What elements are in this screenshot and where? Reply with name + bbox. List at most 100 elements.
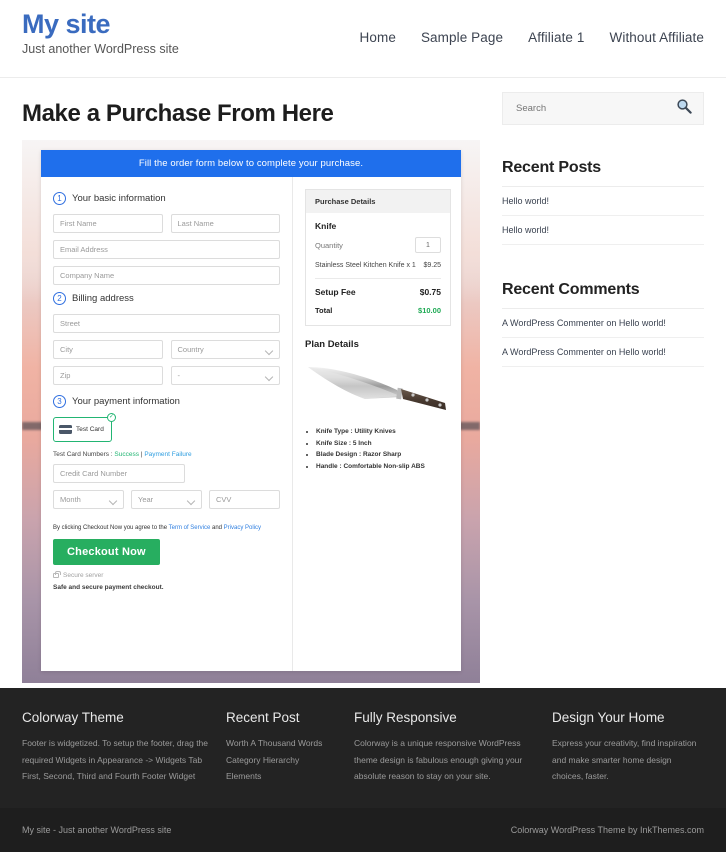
order-form-card: Fill the order form below to complete yo… xyxy=(41,150,461,671)
nav-item-sample-page[interactable]: Sample Page xyxy=(421,30,503,45)
list-item[interactable]: A WordPress Commenter on Hello world! xyxy=(502,338,704,367)
footer-site-credit: My site - Just another WordPress site xyxy=(22,825,172,835)
payment-failure-link[interactable]: Payment Failure xyxy=(144,451,191,458)
line-item-label: Stainless Steel Kitchen Knife x 1 xyxy=(315,262,416,269)
step-3-number: 3 xyxy=(53,395,66,408)
expiry-year-select[interactable]: Year xyxy=(131,490,202,509)
plan-bullet-knife-type: Knife Type : Utility Knives xyxy=(316,426,451,437)
checkout-now-button[interactable]: Checkout Now xyxy=(53,539,160,565)
plan-details-heading: Plan Details xyxy=(305,339,359,351)
order-form-screenshot: Fill the order form below to complete yo… xyxy=(22,140,480,683)
quantity-row: Quantity xyxy=(315,237,441,253)
total-amount: $10.00 xyxy=(418,306,441,316)
list-item[interactable]: Worth A Thousand Words xyxy=(226,735,336,752)
list-item[interactable]: Elements xyxy=(226,768,336,785)
terms-mid: and xyxy=(210,525,224,531)
expiry-cvv-row: Month Year CVV xyxy=(53,490,280,516)
zip-input[interactable]: Zip xyxy=(53,366,163,385)
success-link[interactable]: Success xyxy=(114,451,139,458)
knife-product-image xyxy=(305,358,451,420)
search-form xyxy=(502,92,704,125)
purchase-item-name: Knife xyxy=(315,221,337,231)
footer-column-text: Footer is widgetized. To setup the foote… xyxy=(22,738,209,782)
footer-column-colorway-theme: Colorway Theme Footer is widgetized. To … xyxy=(22,710,208,785)
footer-column-recent-post: Recent Post Worth A Thousand Words Categ… xyxy=(226,710,336,785)
recent-post-link[interactable]: Hello world! xyxy=(502,225,549,235)
step-1-number: 1 xyxy=(53,192,66,205)
setup-fee-row: Setup Fee $0.75 xyxy=(315,287,441,297)
test-card-label: Test Card xyxy=(76,426,104,433)
credit-card-number-input[interactable]: Credit Card Number xyxy=(53,464,185,483)
name-row: First Name Last Name xyxy=(53,214,280,240)
cvv-input[interactable]: CVV xyxy=(209,490,280,509)
street-input[interactable]: Street xyxy=(53,314,280,333)
plan-details-list: Knife Type : Utility Knives Knife Size :… xyxy=(305,426,451,472)
purchase-details-box: Purchase Details Knife Quantity Stainles… xyxy=(305,189,451,327)
list-item[interactable]: A WordPress Commenter on Hello world! xyxy=(502,309,704,338)
line-item-amount: $9.25 xyxy=(423,262,441,269)
step-2-header: 2 Billing address xyxy=(53,292,280,305)
recent-comments-title: Recent Comments xyxy=(502,281,704,309)
plan-bullet-handle: Handle : Comfortable Non-slip ABS xyxy=(316,461,451,472)
list-item[interactable]: Category Hierarchy xyxy=(226,752,336,769)
footer-column-title: Fully Responsive xyxy=(354,710,457,725)
step-1-label: Your basic information xyxy=(72,193,166,204)
email-input[interactable]: Email Address xyxy=(53,240,280,259)
step-3-header: 3 Your payment information xyxy=(53,395,280,408)
city-country-row: City Country xyxy=(53,340,280,366)
safe-checkout-note: Safe and secure payment checkout. xyxy=(53,584,164,591)
check-circle-icon: ✓ xyxy=(107,413,116,422)
company-input[interactable]: Company Name xyxy=(53,266,280,285)
setup-fee-amount: $0.75 xyxy=(419,287,441,298)
recent-comment-link[interactable]: A WordPress Commenter on Hello world! xyxy=(502,347,666,357)
footer-widget-columns: Colorway Theme Footer is widgetized. To … xyxy=(22,710,704,785)
list-item[interactable]: Hello world! xyxy=(502,187,704,216)
primary-navigation: Home Sample Page Affiliate 1 Without Aff… xyxy=(360,30,704,45)
recent-post-link[interactable]: Hello world! xyxy=(502,196,549,206)
order-form-body: 1 Your basic information First Name Last… xyxy=(41,177,461,671)
zip-state-row: Zip - xyxy=(53,366,280,392)
setup-fee-label: Setup Fee xyxy=(315,287,356,298)
first-name-input[interactable]: First Name xyxy=(53,214,163,233)
footer-column-design-your-home: Design Your Home Express your creativity… xyxy=(552,710,704,785)
last-name-input[interactable]: Last Name xyxy=(170,214,280,233)
plan-bullet-knife-size: Knife Size : 5 Inch xyxy=(316,438,451,449)
footer-recent-post-list: Worth A Thousand Words Category Hierarch… xyxy=(226,735,336,785)
quantity-input[interactable] xyxy=(415,237,441,253)
terms-prefix: By clicking Checkout Now you agree to th… xyxy=(53,525,169,531)
nav-item-without-affiliate[interactable]: Without Affiliate xyxy=(610,30,705,45)
content-wrapper: Make a Purchase From Here Fill the order… xyxy=(0,78,726,683)
step-2-label: Billing address xyxy=(72,293,134,304)
secure-server-note: Secure server xyxy=(53,571,280,579)
step-2-number: 2 xyxy=(53,292,66,305)
search-icon[interactable] xyxy=(676,98,692,119)
expiry-month-select[interactable]: Month xyxy=(53,490,124,509)
footer-theme-credit: Colorway WordPress Theme by InkThemes.co… xyxy=(510,825,704,835)
state-select[interactable]: - xyxy=(170,366,280,385)
step-1-header: 1 Your basic information xyxy=(53,192,280,205)
lock-icon xyxy=(53,571,61,578)
knife-illustration xyxy=(308,367,446,411)
city-input[interactable]: City xyxy=(53,340,163,359)
site-title[interactable]: My site xyxy=(22,10,179,39)
order-form-right-column: Purchase Details Knife Quantity Stainles… xyxy=(293,177,461,671)
line-item-row: Stainless Steel Kitchen Knife x 1 $9.25 xyxy=(315,261,441,280)
recent-comment-link[interactable]: A WordPress Commenter on Hello world! xyxy=(502,318,666,328)
recent-comments-list: A WordPress Commenter on Hello world! A … xyxy=(502,309,704,367)
test-card-option[interactable]: Test Card ✓ xyxy=(53,413,116,442)
country-select[interactable]: Country xyxy=(170,340,280,359)
site-header: My site Just another WordPress site Home… xyxy=(0,0,726,78)
search-input[interactable] xyxy=(514,102,676,115)
secure-server-label: Secure server xyxy=(63,572,104,579)
footer-column-fully-responsive: Fully Responsive Colorway is a unique re… xyxy=(354,710,534,785)
list-item[interactable]: Hello world! xyxy=(502,216,704,245)
term-of-service-link[interactable]: Term of Service xyxy=(169,525,211,531)
footer-column-title: Colorway Theme xyxy=(22,710,124,725)
credit-card-icon xyxy=(59,425,72,434)
step-3-label: Your payment information xyxy=(72,396,180,407)
test-card-numbers-line: Test Card Numbers : Success | Payment Fa… xyxy=(53,451,280,458)
privacy-policy-link[interactable]: Privacy Policy xyxy=(224,525,261,531)
nav-item-home[interactable]: Home xyxy=(360,30,396,45)
nav-item-affiliate-1[interactable]: Affiliate 1 xyxy=(528,30,584,45)
total-label: Total xyxy=(315,306,333,316)
